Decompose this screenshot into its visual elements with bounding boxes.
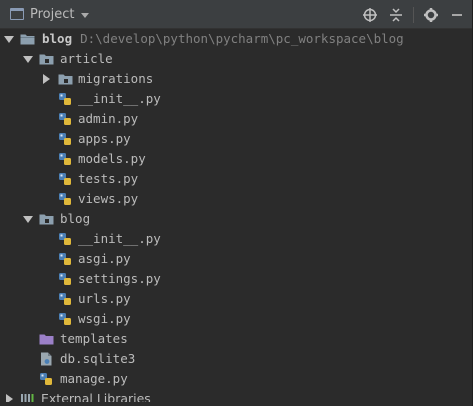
project-tool-window: Project blog D:\develop\python\pycharm\p… [0,0,473,406]
tree-file-blog-wsgi[interactable]: wsgi.py [0,309,472,329]
templates-folder-icon [39,334,54,345]
python-file-icon [59,173,71,185]
tree-node-label: article [60,51,113,66]
file-name: __init__.py [78,91,161,106]
chevron-down-icon [81,12,90,18]
file-name: apps.py [78,131,131,146]
python-file-icon [59,93,71,105]
file-name: manage.py [60,371,128,386]
file-name: asgi.py [78,251,131,266]
python-file-icon [59,253,71,265]
file-name: wsgi.py [78,311,131,326]
package-folder-icon [39,54,54,65]
database-file-icon [41,352,52,366]
tree-file-article-apps[interactable]: apps.py [0,129,472,149]
tree-file-blog-asgi[interactable]: asgi.py [0,249,472,269]
python-file-icon [59,113,71,125]
tree-file-blog-urls[interactable]: urls.py [0,289,472,309]
file-name: urls.py [78,291,131,306]
tree-node-templates[interactable]: templates [0,329,472,349]
tree-file-article-admin[interactable]: admin.py [0,109,472,129]
file-name: tests.py [78,171,139,186]
tree-node-label: blog [60,211,91,226]
tree-node-label: templates [60,331,128,346]
header-toolbar [353,0,466,29]
gear-icon [424,7,438,22]
tree-file-article-tests[interactable]: tests.py [0,169,472,189]
expanded-arrow-icon[interactable] [4,34,14,44]
python-file-icon [40,373,52,385]
toolbar-separator [413,6,414,23]
root-folder-name: blog [42,31,73,46]
horizontal-scrollbar[interactable] [0,402,472,406]
tree-node-root-blog[interactable]: blog D:\develop\python\pycharm\pc_workspa… [0,29,472,49]
tree-file-blog-init[interactable]: __init__.py [0,229,472,249]
python-file-icon [59,273,71,285]
python-file-icon [59,133,71,145]
collapse-all-icon [390,7,402,22]
hide-button[interactable] [448,6,466,24]
python-file-icon [59,313,71,325]
tree-file-db[interactable]: db.sqlite3 [0,349,472,369]
project-header: Project [0,0,472,29]
python-file-icon [59,233,71,245]
tree-node-migrations[interactable]: migrations [0,69,472,89]
root-folder-path: D:\develop\python\pycharm\pc_workspace\b… [80,31,404,46]
crosshair-icon [363,7,377,22]
expanded-arrow-icon[interactable] [23,54,33,64]
file-name: settings.py [78,271,161,286]
tree-node-label: migrations [78,71,154,86]
tree-file-manage[interactable]: manage.py [0,369,472,389]
tree-node-article[interactable]: article [0,49,472,69]
file-name: views.py [78,191,139,206]
project-title: Project [30,6,75,22]
expanded-arrow-icon[interactable] [23,214,33,224]
folder-icon [20,34,35,45]
tree-file-article-models[interactable]: models.py [0,149,472,169]
collapsed-arrow-icon[interactable] [41,74,51,84]
tree-node-blog-package[interactable]: blog [0,209,472,229]
project-view-selector[interactable]: Project [10,6,90,22]
collapse-all-button[interactable] [387,6,405,24]
file-name: models.py [78,151,146,166]
project-tree: blog D:\develop\python\pycharm\pc_workspa… [0,29,472,406]
python-file-icon [59,193,71,205]
python-file-icon [59,293,71,305]
file-name: admin.py [78,111,139,126]
file-name: db.sqlite3 [60,351,136,366]
minimize-icon [452,13,462,16]
file-name: __init__.py [78,231,161,246]
python-file-icon [59,153,71,165]
package-folder-icon [39,214,54,225]
tree-file-article-views[interactable]: views.py [0,189,472,209]
tree-file-article-init[interactable]: __init__.py [0,89,472,109]
locate-file-button[interactable] [361,6,379,24]
project-window-icon [10,8,24,20]
package-folder-icon [58,74,73,85]
settings-button[interactable] [422,6,440,24]
tree-file-blog-settings[interactable]: settings.py [0,269,472,289]
